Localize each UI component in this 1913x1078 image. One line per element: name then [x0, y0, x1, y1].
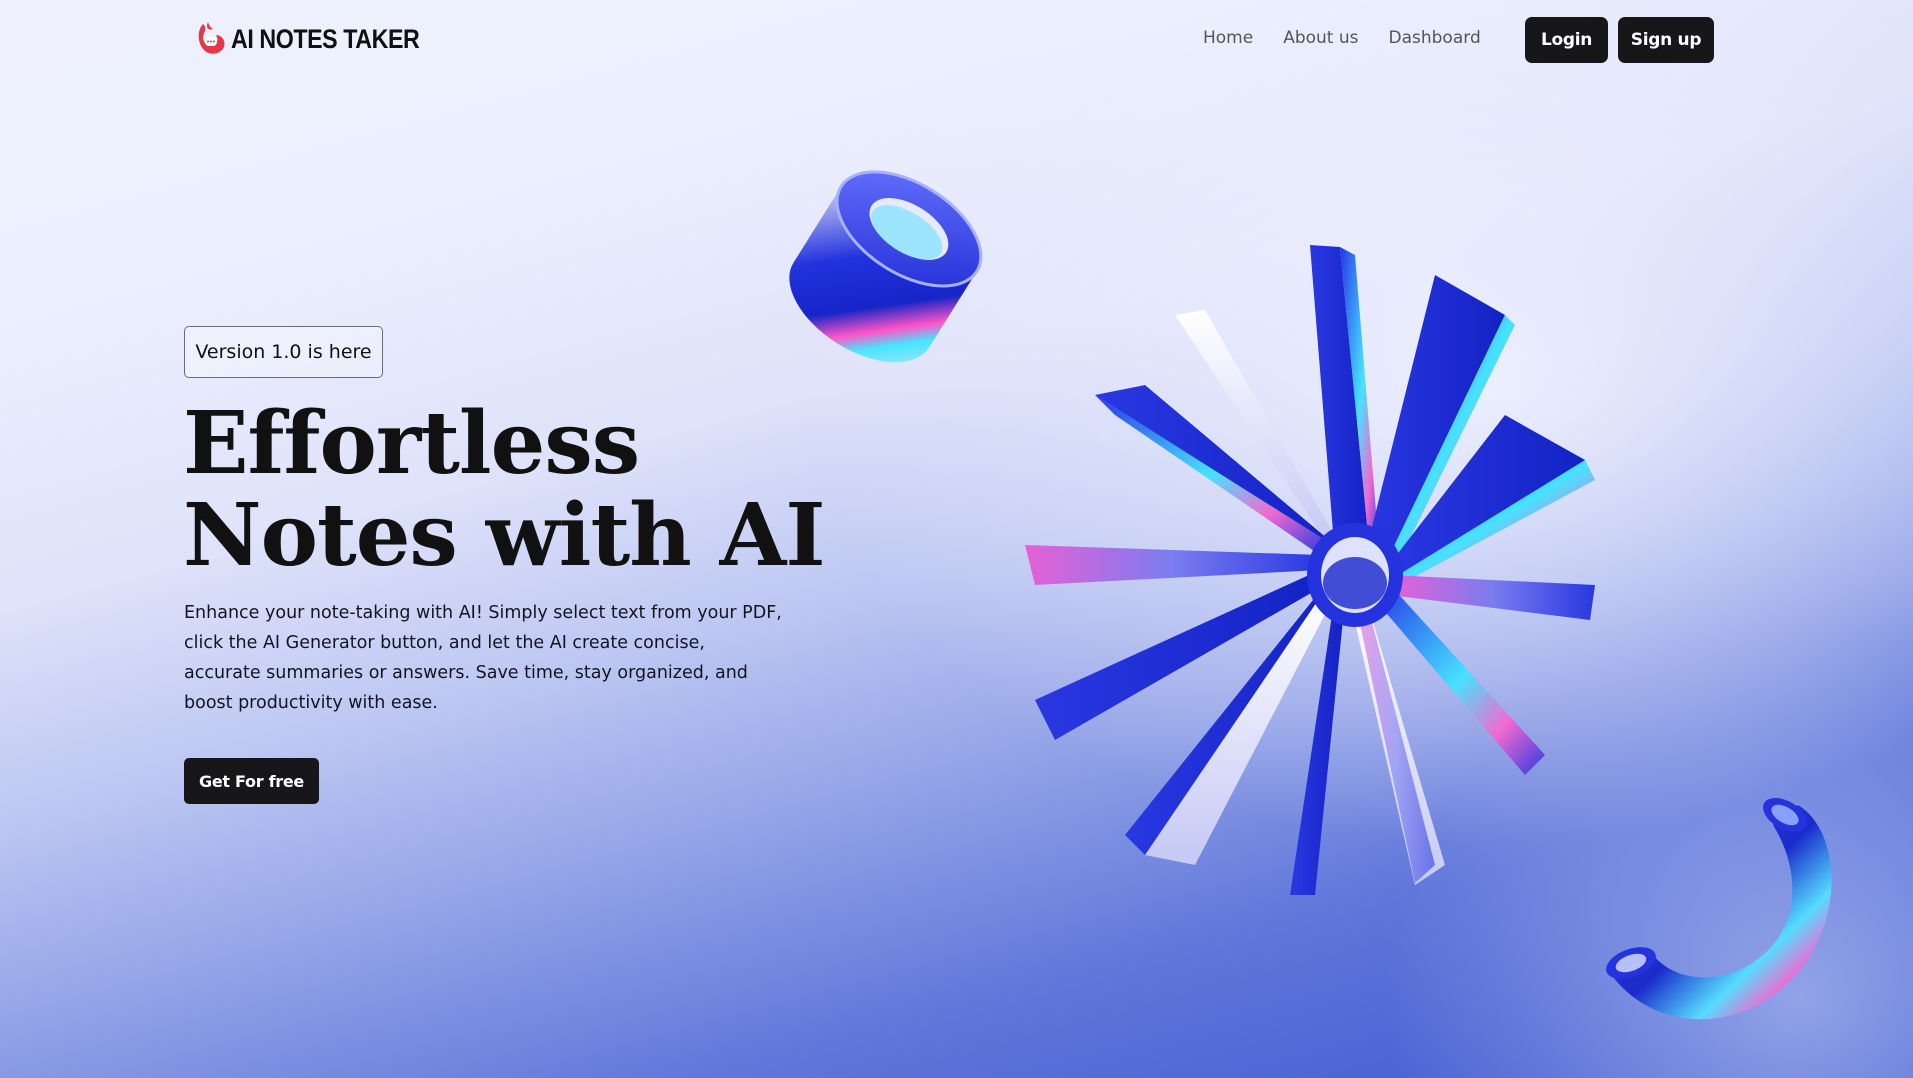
brand-name: AI NOTES TAKER — [231, 23, 420, 54]
flame-chat-logo-icon — [198, 22, 225, 54]
nav-link-about-us[interactable]: About us — [1283, 28, 1358, 48]
version-badge: Version 1.0 is here — [184, 326, 383, 378]
get-for-free-button[interactable]: Get For free — [184, 758, 319, 804]
hero-title-line-2: Notes with AI — [183, 485, 826, 586]
login-button[interactable]: Login — [1525, 17, 1608, 63]
hero-description: Enhance your note-taking with AI! Simply… — [184, 603, 782, 713]
hero-title-line-1: Effortless — [183, 393, 640, 494]
hero-title: Effortless Notes with AI — [183, 398, 863, 582]
signup-button[interactable]: Sign up — [1618, 17, 1714, 63]
brand-logo[interactable]: AI NOTES TAKER — [195, 20, 450, 58]
nav-link-home[interactable]: Home — [1203, 28, 1253, 48]
main-nav: Home About us Dashboard — [1203, 28, 1481, 48]
top-navbar: AI NOTES TAKER Home About us Dashboard L… — [0, 0, 1913, 80]
nav-link-dashboard[interactable]: Dashboard — [1389, 28, 1481, 48]
curved-tube-shape-illustration — [1606, 797, 1832, 1020]
starburst-shape-illustration — [1025, 245, 1595, 895]
